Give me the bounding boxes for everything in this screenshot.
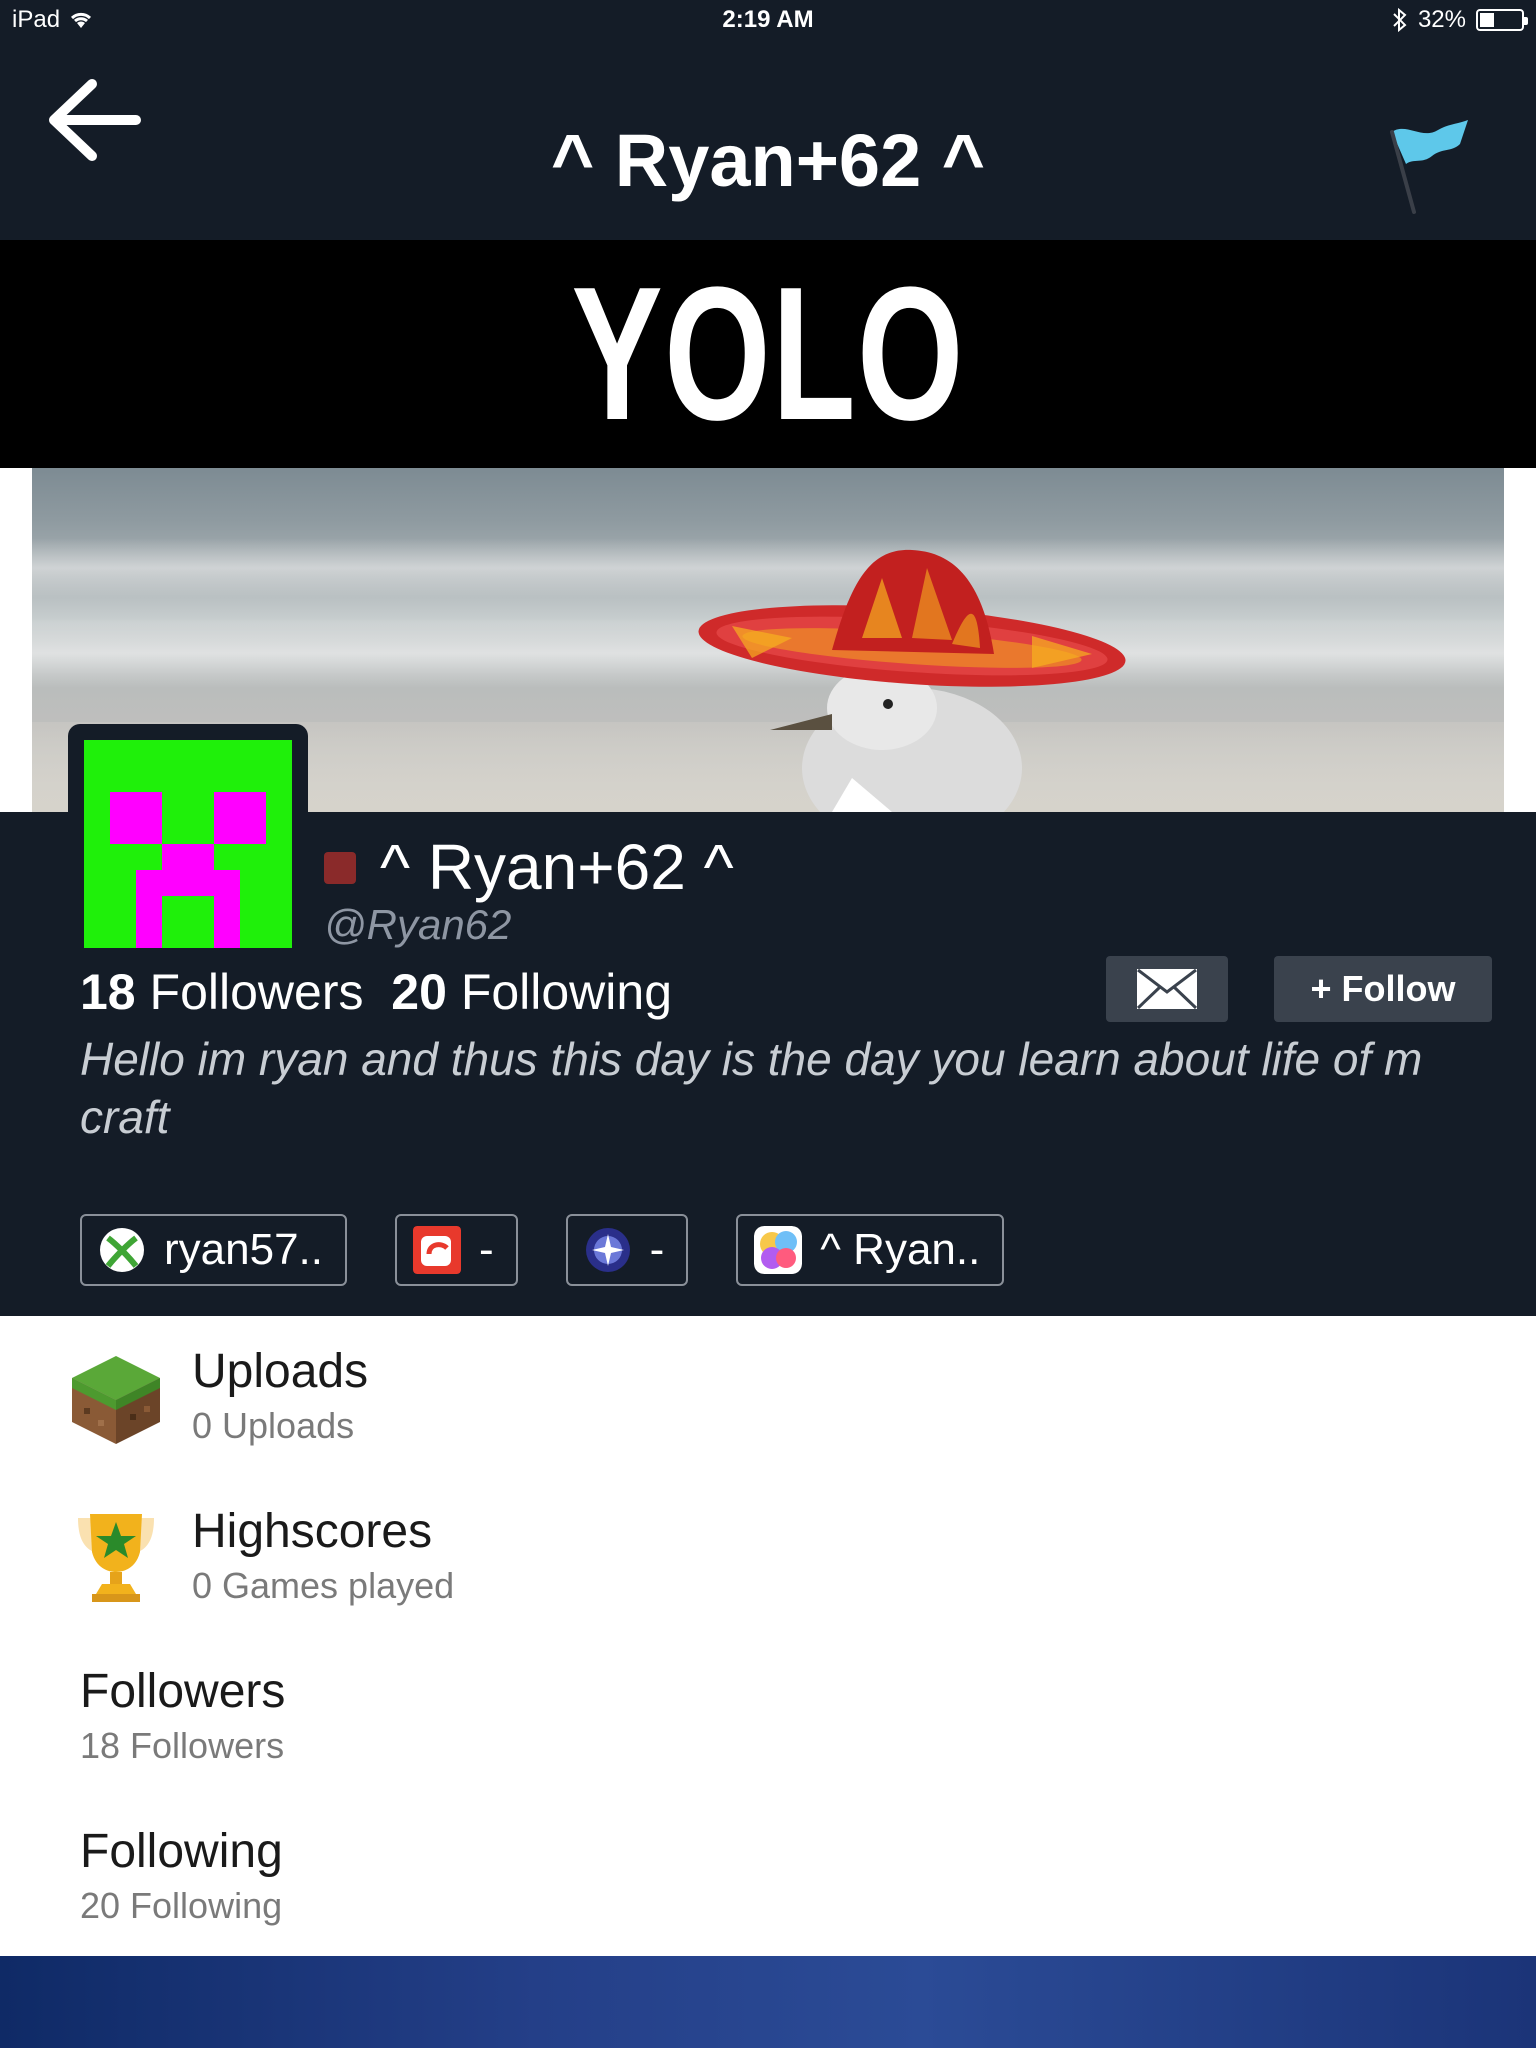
game-center-id[interactable]: ^ Ryan.. [736,1214,1005,1286]
status-right: 32% [1392,6,1528,34]
xbox-gamertag[interactable]: ryan57.. [80,1214,347,1286]
gamer-id-list: ryan57.. - - ^ Ryan.. [80,1214,1005,1286]
xbox-icon [100,1228,144,1272]
followers-subtitle: 18 Followers [80,1725,285,1766]
list-item-highscores[interactable]: Highscores 0 Games played [0,1476,1536,1636]
status-bar: iPad 2:19 AM 32% [0,0,1536,40]
bluetooth-icon [1393,8,1407,32]
battery-icon [1476,9,1528,31]
following-stat[interactable]: 20 Following [391,964,672,1020]
list-item-following[interactable]: Following 20 Following [0,1796,1536,1956]
highscores-title: Highscores [192,1505,433,1558]
online-status-indicator [324,852,356,884]
followers-count: 18 [80,964,136,1020]
game-center-icon [754,1226,803,1274]
uploads-title: Uploads [192,1345,369,1398]
list-item-uploads[interactable]: Uploads 0 Uploads [0,1316,1536,1476]
following-count: 20 [391,964,447,1020]
avatar-mouth-top [162,844,214,870]
origin-id-value: - [478,1225,494,1274]
list-item-followers[interactable]: Followers 18 Followers [0,1636,1536,1796]
highscores-subtitle: 0 Games played [192,1565,455,1606]
profile-display-name: ^ Ryan+62 ^ [380,831,734,903]
banner-text: YOLO [571,248,965,460]
following-label: Following [460,964,673,1020]
game-center-id-value: ^ Ryan.. [820,1225,981,1274]
avatar-mouth-right [214,896,240,948]
playstation-id-value: - [649,1225,665,1274]
avatar-mouth-left [136,896,162,948]
battery-level [1480,13,1495,27]
message-button[interactable] [1106,956,1228,1022]
followers-title: Followers [80,1665,286,1718]
playstation-id[interactable]: - [565,1214,689,1286]
grass-block-icon [72,1356,160,1444]
avatar-eye-left [110,792,162,844]
profile-bio: Hello im ryan and thus this day is the d… [80,1033,1423,1143]
uploads-subtitle: 0 Uploads [192,1405,355,1446]
profile-handle: @Ryan62 [324,901,512,948]
origin-icon [412,1226,461,1274]
battery-percent: 32% [1417,6,1466,33]
following-title: Following [80,1825,283,1878]
avatar-eye-right [214,792,266,844]
profile-sections-list: Uploads 0 Uploads Highscores 0 Games pla… [0,1316,1536,1956]
followers-label: Followers [149,964,364,1020]
status-time: 2:19 AM [722,6,814,33]
bottom-bar [0,1956,1536,2048]
followers-stat[interactable]: 18 Followers [80,964,363,1020]
page-title: ^ Ryan+62 ^ [550,119,986,202]
report-flag-button[interactable] [1386,118,1476,218]
playstation-icon [585,1228,630,1272]
banner-header: YOLO [0,240,1536,468]
following-subtitle: 20 Following [80,1885,283,1926]
origin-id[interactable]: - [394,1214,518,1286]
follow-counts: 18 Followers 20 Following [80,962,672,1022]
follow-button[interactable]: + Follow [1274,956,1492,1022]
avatar-mouth-mid [136,870,240,896]
envelope-icon [1136,968,1198,1010]
trophy-icon [78,1514,154,1602]
flag-icon [1390,120,1468,214]
avatar[interactable] [84,740,292,948]
xbox-gamertag-value: ryan57.. [164,1225,323,1274]
